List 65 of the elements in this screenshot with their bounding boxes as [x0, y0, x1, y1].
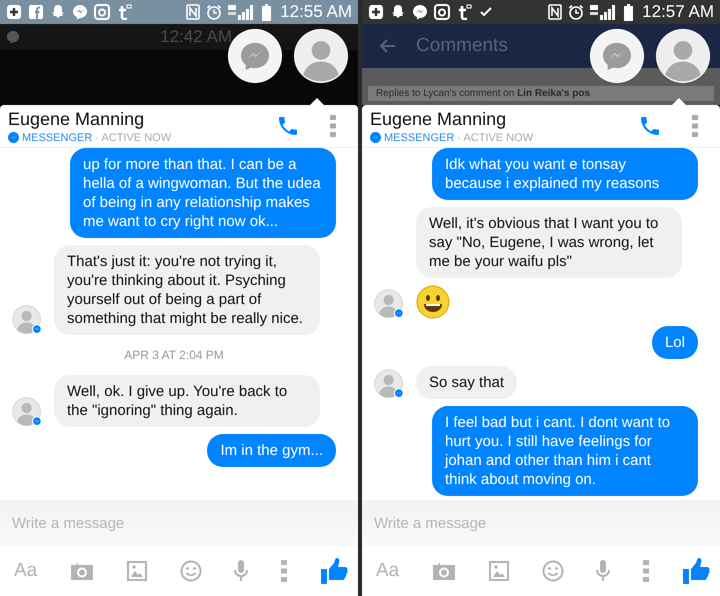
contact-chat-head[interactable] — [293, 28, 349, 84]
chat-bubble-icon — [72, 4, 88, 20]
message-bubble: Idk what you want e tonsay because i explained my reasons — [432, 148, 698, 200]
tumblr-icon — [116, 4, 132, 20]
smiley-face-icon[interactable] — [542, 560, 564, 582]
image-icon[interactable] — [488, 561, 509, 581]
presence-label: · ACTIVE NOW — [95, 132, 172, 144]
battery-icon — [262, 4, 272, 20]
more-icon[interactable] — [692, 115, 698, 137]
thumbs-up-icon[interactable] — [682, 557, 710, 585]
contact-chat-head[interactable] — [655, 28, 711, 84]
camera-icon — [434, 4, 450, 20]
message-field[interactable]: Write a message — [362, 500, 720, 546]
facebook-icon — [28, 4, 44, 20]
message-field[interactable]: Write a message — [0, 500, 358, 546]
plus-icon — [6, 4, 22, 20]
thumbs-up-icon[interactable] — [320, 557, 348, 585]
ghost-icon — [50, 4, 66, 20]
image-icon[interactable] — [126, 561, 147, 581]
status-time: 12:55 AM — [280, 2, 352, 22]
presence-label: · ACTIVE NOW — [457, 132, 534, 144]
source-label: MESSENGER — [22, 132, 92, 144]
message-bubble: I feel bad but i cant. I dont want to hurt you. I still have feelings for johan and other than him i cant think about moving on. — [432, 406, 698, 496]
more-icon[interactable] — [643, 560, 650, 582]
more-icon[interactable] — [330, 115, 336, 137]
nfc-icon — [186, 4, 200, 20]
ghost-icon — [390, 4, 406, 20]
message-bubble: Well, it's obvious that I want you to say "No, Eugene, I was wrong, let me be your waifu pls" — [416, 207, 682, 278]
tumblr-icon — [456, 4, 472, 20]
smiley-face-icon[interactable] — [180, 560, 202, 582]
contact-name: Eugene Manning — [370, 108, 508, 130]
timestamp: APR 3 AT 2:04 PM — [124, 348, 224, 362]
text-style-button[interactable]: Aa — [376, 560, 400, 582]
nfc-icon — [548, 4, 562, 20]
chat-bubble-icon — [6, 30, 20, 44]
message-bubble: Lol — [652, 326, 698, 359]
smiley-icon — [416, 285, 450, 319]
text-style-button[interactable]: Aa — [14, 560, 38, 582]
message-bubble: So say that — [416, 366, 518, 399]
chat-bubble-icon — [412, 4, 428, 20]
message-bubble: up for more than that. I can be a hella of a wingwoman. But the udea of being in any relationship makes me want to cry right now ok... — [70, 148, 336, 238]
message-bubble: That's just it: you're not trying it, you're thinking about it. Psyching yourself out of being a part of something that might be really nice. — [54, 245, 320, 335]
camera-icon[interactable] — [70, 561, 94, 581]
more-icon[interactable] — [281, 560, 288, 582]
battery-icon — [624, 4, 634, 20]
message-bubble: Im in the gym... — [207, 434, 336, 467]
phone-icon[interactable] — [276, 114, 300, 138]
plus-icon — [368, 4, 384, 20]
alarm-icon — [568, 4, 584, 20]
phone-icon[interactable] — [638, 114, 662, 138]
camera-icon — [94, 4, 110, 20]
camera-icon[interactable] — [432, 561, 456, 581]
microphone-icon[interactable] — [596, 560, 610, 582]
messenger-chat-head[interactable] — [589, 28, 645, 84]
alarm-icon — [206, 4, 222, 20]
messenger-icon — [370, 132, 381, 143]
message-bubble: Well, ok. I give up. You're back to the "ignoring" thing again. — [54, 375, 320, 427]
messenger-icon — [8, 132, 19, 143]
notice-text: Replies to Lycan's comment on Lin Reika's pos — [368, 86, 714, 101]
back-arrow-icon[interactable] — [380, 39, 396, 53]
source-label: MESSENGER — [384, 132, 454, 144]
status-time: 12:57 AM — [642, 2, 714, 22]
microphone-icon[interactable] — [234, 560, 248, 582]
contact-name: Eugene Manning — [8, 108, 146, 130]
page-title: Comments — [416, 35, 508, 57]
